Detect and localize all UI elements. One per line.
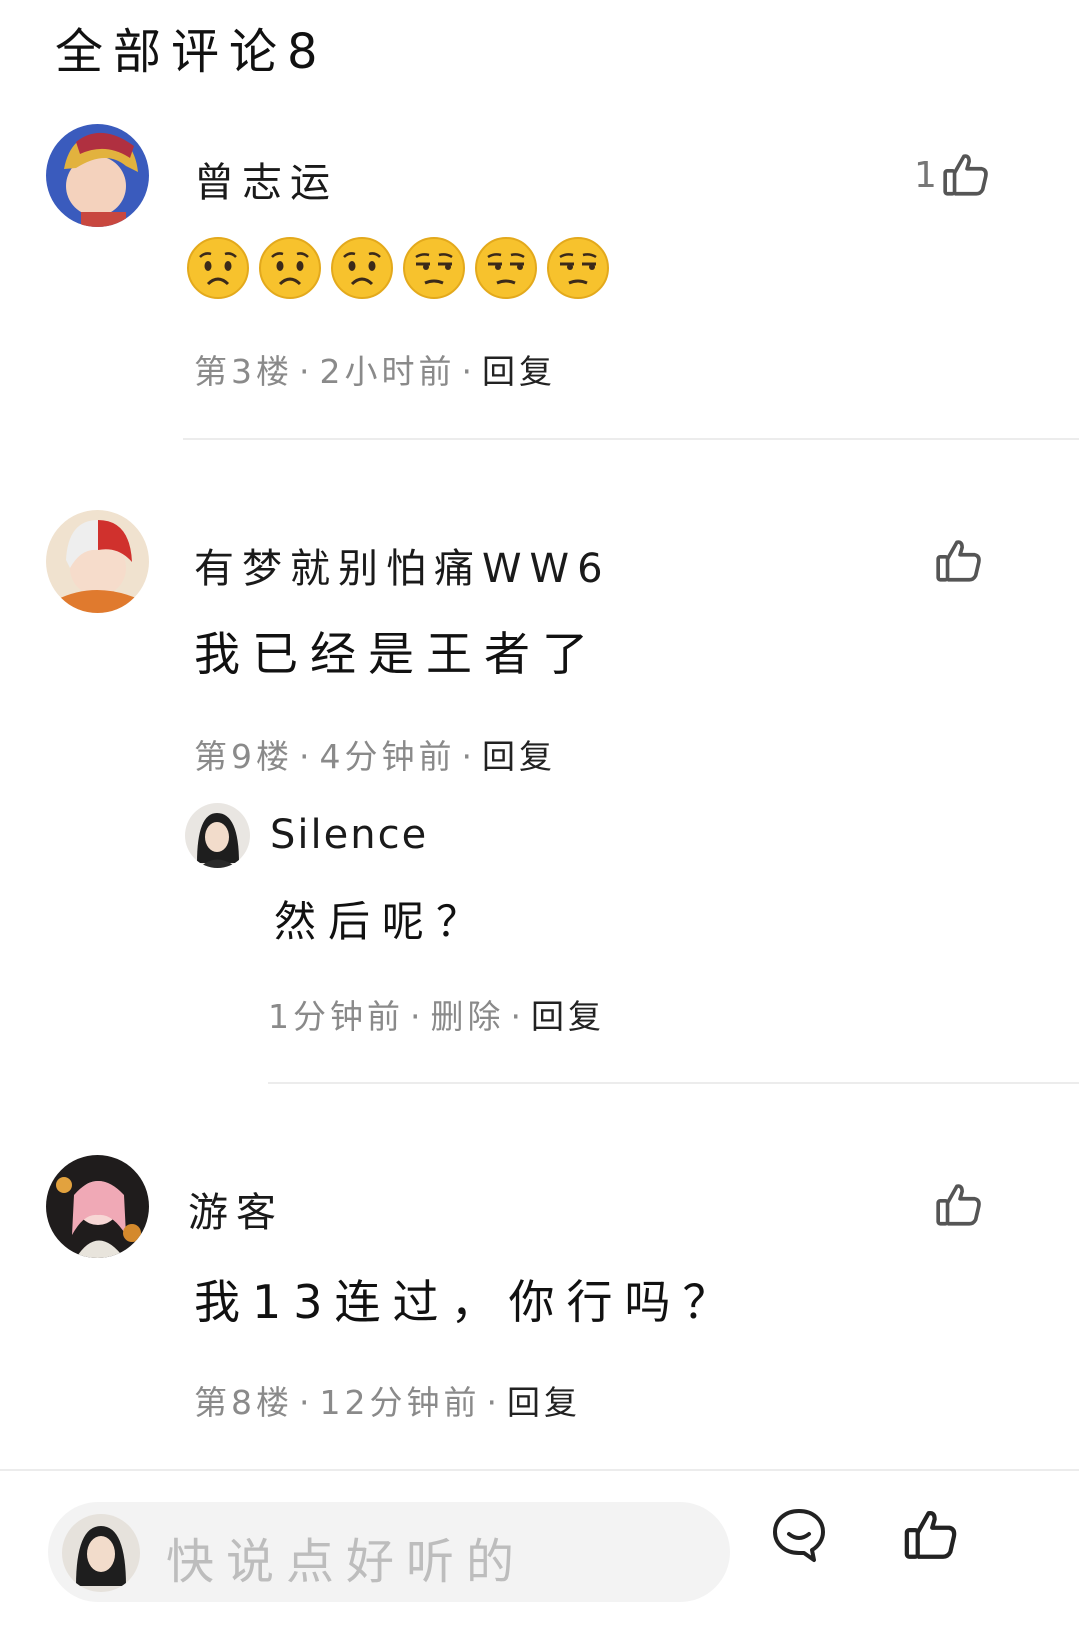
timestamp: 4分钟前 <box>319 737 456 776</box>
reply-meta: 1分钟前 · 删除 · 回复 <box>268 997 605 1036</box>
avatar[interactable] <box>185 803 250 868</box>
comment-username[interactable]: 有梦就别怕痛WW6 <box>194 536 611 594</box>
unamused-face-icon <box>475 237 537 299</box>
timestamp: 1分钟前 <box>268 997 404 1036</box>
thumbs-up-icon <box>943 154 988 196</box>
comment-username[interactable]: 曾志运 <box>194 150 338 208</box>
unamused-face-icon <box>547 237 609 299</box>
comment-input[interactable]: 快说点好听的 <box>48 1502 730 1602</box>
input-placeholder: 快说点好听的 <box>166 1534 527 1590</box>
avatar[interactable] <box>46 124 149 227</box>
chat-bubble-icon[interactable] <box>770 1506 828 1564</box>
comment-content: 我已经是王者了 <box>194 627 600 681</box>
avatar[interactable] <box>46 1155 149 1258</box>
floor-label: 第3楼 <box>194 352 293 391</box>
comment-username[interactable]: 游客 <box>188 1180 284 1238</box>
reply-button[interactable]: 回复 <box>507 1383 581 1422</box>
avatar[interactable] <box>46 510 149 613</box>
bottom-bar: 快说点好听的 <box>0 1470 1079 1644</box>
unamused-face-icon <box>403 237 465 299</box>
timestamp: 12分钟前 <box>319 1383 481 1422</box>
like-count: 1 <box>914 154 937 196</box>
thumbs-up-icon <box>936 1184 981 1226</box>
avatar <box>62 1514 140 1592</box>
worried-face-icon <box>259 237 321 299</box>
like-button[interactable]: 1 <box>914 150 991 200</box>
comment-meta: 第8楼 · 12分钟前 · 回复 <box>194 1383 581 1422</box>
reply-button[interactable]: 回复 <box>482 352 556 391</box>
thumbs-up-icon[interactable] <box>902 1506 960 1564</box>
worried-face-icon <box>331 237 393 299</box>
worried-face-icon <box>187 237 249 299</box>
comment-content <box>186 236 610 300</box>
comment-meta: 第9楼 · 4分钟前 · 回复 <box>194 737 556 776</box>
page-title: 全部评论8 <box>55 24 328 80</box>
floor-label: 第9楼 <box>194 737 293 776</box>
timestamp: 2小时前 <box>319 352 456 391</box>
reply-username[interactable]: Silence <box>270 812 428 858</box>
divider <box>183 438 1079 440</box>
floor-label: 第8楼 <box>194 1383 293 1422</box>
reply-content: 然后呢？ <box>274 897 491 946</box>
comment-content: 我13连过，你行吗？ <box>194 1275 741 1329</box>
thumbs-up-icon <box>936 540 981 582</box>
like-button[interactable] <box>934 536 984 586</box>
delete-button[interactable]: 删除 <box>431 997 505 1036</box>
comment-meta: 第3楼 · 2小时前 · 回复 <box>194 352 556 391</box>
divider <box>268 1082 1079 1084</box>
reply-button[interactable]: 回复 <box>482 737 556 776</box>
reply-button[interactable]: 回复 <box>531 997 605 1036</box>
like-button[interactable] <box>934 1180 984 1230</box>
